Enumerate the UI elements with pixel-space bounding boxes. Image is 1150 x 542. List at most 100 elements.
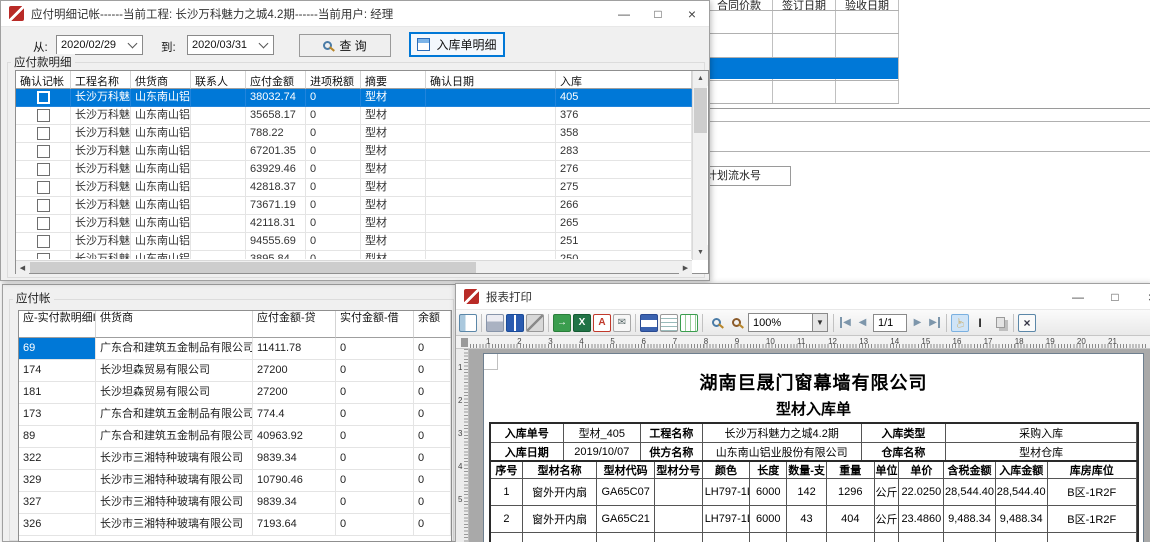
table-cell[interactable]: 67201.35 [246,143,306,161]
table-cell[interactable]: 788.22 [246,125,306,143]
scroll-up-icon[interactable]: ▲ [693,71,708,86]
table-cell[interactable]: 长沙坦森贸易有限公司 [96,382,253,404]
table-row[interactable]: 69广东合和建筑五金制品有限公司11411.7800 [19,338,451,360]
table-cell[interactable]: 0 [336,360,414,382]
table-cell[interactable]: 长沙万科魅力... [71,197,131,215]
zoom-select[interactable]: 100% ▼ [748,313,828,332]
table-cell[interactable]: 长沙万科魅力... [71,179,131,197]
table-cell[interactable]: 358 [556,125,692,143]
combo-arrow-icon[interactable]: ▼ [812,314,827,331]
table-cell[interactable]: 0 [336,404,414,426]
table-cell[interactable] [191,215,246,233]
preview-panel-icon[interactable] [459,314,477,332]
zoom-in-icon[interactable] [707,314,725,332]
table-cell[interactable]: 89 [19,426,96,448]
table-cell[interactable]: 长沙万科魅力... [71,233,131,251]
table-cell[interactable]: 山东南山铝业... [131,89,191,107]
column-header[interactable]: 进项税额 [306,71,361,89]
pdf-export-icon[interactable]: A [593,314,611,332]
table-cell[interactable] [16,197,71,215]
table-cell[interactable]: 376 [556,107,692,125]
table-row[interactable]: 329长沙市三湘特种玻璃有限公司10790.4600 [19,470,451,492]
scrollbar-thumb[interactable] [30,262,476,273]
table-cell[interactable] [426,215,556,233]
excel-export-icon[interactable]: X [573,314,591,332]
table-cell[interactable]: 型材 [361,161,426,179]
table-cell[interactable] [191,89,246,107]
column-header[interactable]: 供货商 [96,311,253,338]
table-cell[interactable]: 0 [306,107,361,125]
table-row[interactable]: 长沙万科魅力...山东南山铝业...42818.370型材275 [16,179,692,197]
close-preview-icon[interactable]: × [1018,314,1036,332]
maximize-button[interactable]: □ [641,1,675,27]
table-cell[interactable]: 10790.46 [253,470,336,492]
table-cell[interactable]: 0 [306,89,361,107]
column-header[interactable]: 摘要 [361,71,426,89]
table-cell[interactable]: 0 [336,338,414,360]
to-date-combo[interactable]: 2020/03/31 [187,35,274,55]
table-cell[interactable]: 327 [19,492,96,514]
table-cell[interactable]: 长沙市三湘特种玻璃有限公司 [96,492,253,514]
maximize-button[interactable]: □ [1098,284,1132,310]
table-cell[interactable]: 11411.78 [253,338,336,360]
table-row[interactable]: 327长沙市三湘特种玻璃有限公司9839.3400 [19,492,451,514]
confirm-checkbox[interactable] [37,91,50,104]
table-cell[interactable]: 型材 [361,89,426,107]
table-cell[interactable]: 0 [306,179,361,197]
table-row[interactable]: 长沙万科魅力...山东南山铝业...35658.170型材376 [16,107,692,125]
table-cell[interactable]: 3895.84 [246,251,306,259]
table-cell[interactable]: 型材 [361,143,426,161]
table-cell[interactable]: 0 [414,382,451,404]
column-header[interactable]: 实付金额-借 [336,311,414,338]
table-cell[interactable]: 山东南山铝业... [131,215,191,233]
table-cell[interactable]: 326 [19,514,96,536]
table-cell[interactable] [426,89,556,107]
table-cell[interactable]: 329 [19,470,96,492]
table-view-icon[interactable] [680,314,698,332]
table-cell[interactable]: 长沙万科魅力... [71,107,131,125]
table-cell[interactable]: 275 [556,179,692,197]
table-cell[interactable]: 0 [306,143,361,161]
minimize-button[interactable]: — [607,1,641,27]
table-cell[interactable] [16,179,71,197]
table-cell[interactable]: 山东南山铝业... [131,125,191,143]
column-header[interactable]: 联系人 [191,71,246,89]
table-cell[interactable] [191,107,246,125]
column-header[interactable]: 应付金额 [246,71,306,89]
column-header[interactable]: 供货商 [131,71,191,89]
close-button[interactable]: × [675,1,709,27]
table-cell[interactable]: 长沙万科魅力... [71,251,131,259]
table-cell[interactable]: 27200 [253,360,336,382]
table-cell[interactable]: 283 [556,143,692,161]
table-cell[interactable]: 长沙万科魅力... [71,143,131,161]
table-row[interactable]: 长沙万科魅力...山东南山铝业...73671.190型材266 [16,197,692,215]
confirm-checkbox[interactable] [37,253,50,259]
table-cell[interactable]: 405 [556,89,692,107]
table-cell[interactable]: 322 [19,448,96,470]
column-header[interactable]: 确认日期 [426,71,556,89]
table-cell[interactable]: 0 [306,197,361,215]
table-cell[interactable]: 型材 [361,125,426,143]
table-cell[interactable]: 0 [336,426,414,448]
export-icon[interactable]: → [553,314,571,332]
table-cell[interactable]: 0 [306,161,361,179]
table-cell[interactable]: 山东南山铝业... [131,197,191,215]
table-cell[interactable] [426,107,556,125]
table-row[interactable]: 长沙万科魅力...山东南山铝业... 67201.350型材 283 [16,143,692,161]
confirm-checkbox[interactable] [37,181,50,194]
table-cell[interactable]: 0 [414,426,451,448]
table-cell[interactable]: 型材 [361,215,426,233]
table-row[interactable]: 181长沙坦森贸易有限公司2720000 [19,382,451,404]
table-cell[interactable]: 0 [414,470,451,492]
table-cell[interactable] [16,251,71,259]
table-row[interactable]: 长沙万科魅力...山东南山铝业...63929.460型材276 [16,161,692,179]
print-icon[interactable] [486,314,504,332]
table-row[interactable]: 89广东合和建筑五金制品有限公司40963.9200 [19,426,451,448]
table-cell[interactable]: 0 [414,514,451,536]
table-cell[interactable]: 山东南山铝业... [131,143,191,161]
table-cell[interactable]: 0 [336,492,414,514]
serial-field[interactable]: 计划流水号 [702,166,791,186]
settings-icon[interactable] [526,314,544,332]
table-cell[interactable]: 0 [336,514,414,536]
bg-selected-row[interactable] [704,58,898,79]
